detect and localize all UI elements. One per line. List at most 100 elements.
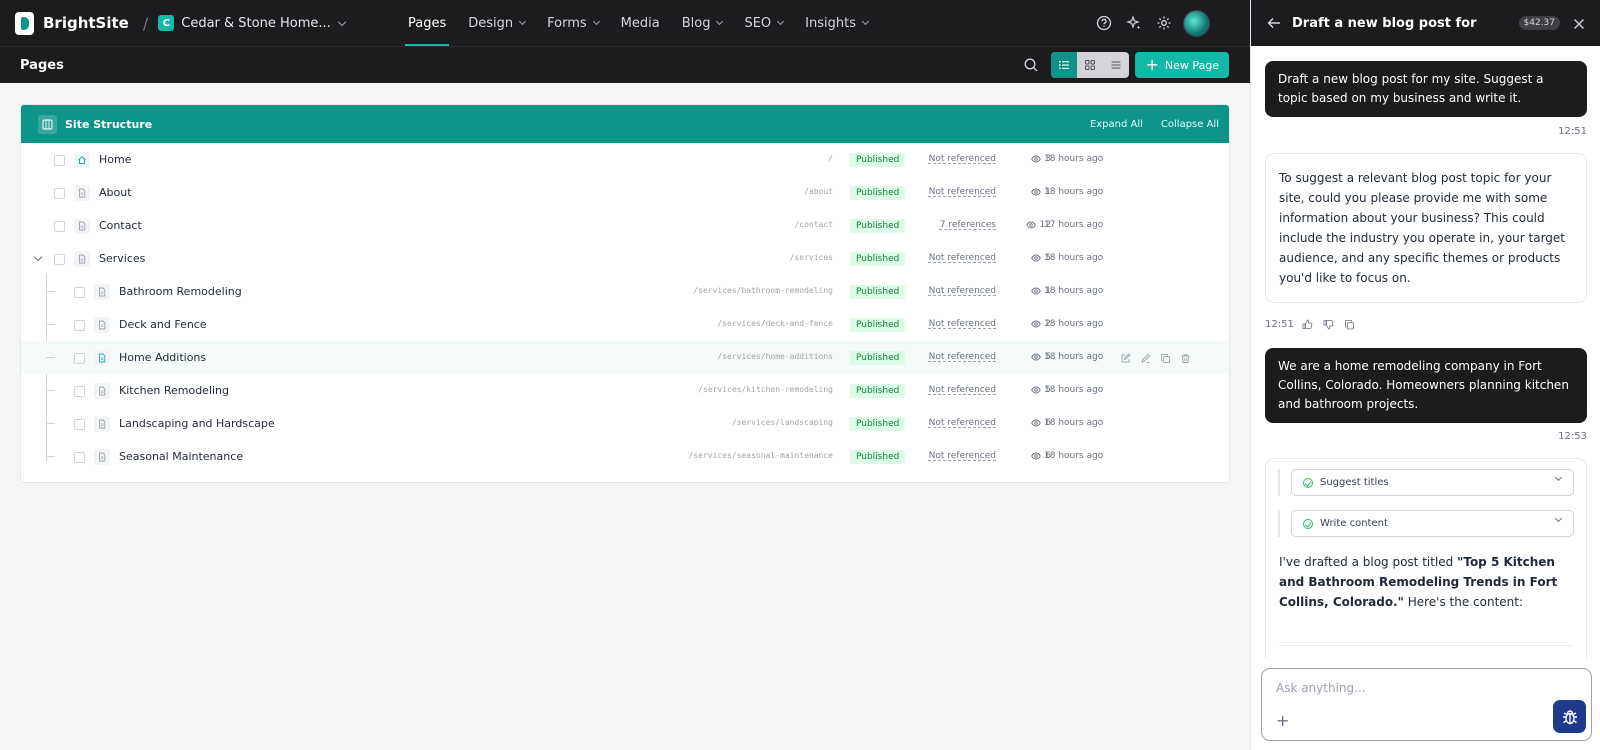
- page-name[interactable]: Seasonal Maintenance: [119, 450, 243, 463]
- eye-icon: [1031, 254, 1042, 262]
- step-label: Suggest titles: [1320, 477, 1389, 488]
- page-row[interactable]: About /about Published Not referenced 1 …: [21, 176, 1229, 209]
- nav-insights[interactable]: Insights: [802, 0, 871, 46]
- site-switcher[interactable]: C Cedar & Stone Home...: [158, 15, 346, 31]
- eye-icon: [1031, 452, 1042, 460]
- nav-blog[interactable]: Blog: [679, 0, 726, 46]
- page-row[interactable]: Services /services Published Not referen…: [21, 242, 1229, 275]
- row-checkbox[interactable]: [74, 353, 85, 364]
- row-checkbox[interactable]: [74, 287, 85, 298]
- references-link[interactable]: Not referenced: [929, 286, 996, 296]
- page-name[interactable]: About: [99, 186, 132, 199]
- close-icon[interactable]: [1572, 16, 1586, 30]
- page-name[interactable]: Services: [99, 252, 145, 265]
- collapse-all-button[interactable]: Collapse All: [1161, 119, 1219, 130]
- grid-view-button[interactable]: [1077, 52, 1103, 78]
- chevron-down-icon[interactable]: [33, 252, 43, 262]
- nav-media[interactable]: Media: [618, 0, 663, 46]
- nav-design[interactable]: Design: [465, 0, 528, 46]
- edit-content-icon[interactable]: [1138, 351, 1152, 365]
- row-checkbox[interactable]: [74, 320, 85, 331]
- brand-name: BrightSite: [43, 14, 129, 32]
- page-name[interactable]: Bathroom Remodeling: [119, 285, 242, 298]
- page-row[interactable]: Contact /contact Published 7 references …: [21, 209, 1229, 242]
- suggest-titles-step[interactable]: Suggest titles: [1291, 469, 1574, 496]
- page-icon: [94, 284, 110, 300]
- status-badge: Published: [850, 450, 906, 464]
- page-row[interactable]: Landscaping and Hardscape /services/land…: [21, 407, 1229, 440]
- chat-input[interactable]: [1276, 681, 1536, 695]
- page-slug: /: [828, 154, 833, 163]
- sparkle-icon[interactable]: [1125, 14, 1143, 32]
- help-icon[interactable]: [1095, 14, 1113, 32]
- page-name[interactable]: Deck and Fence: [119, 318, 207, 331]
- references-link[interactable]: Not referenced: [929, 319, 996, 329]
- row-checkbox[interactable]: [54, 254, 65, 265]
- row-checkbox[interactable]: [74, 419, 85, 430]
- references-link[interactable]: Not referenced: [929, 352, 996, 362]
- page-name[interactable]: Contact: [99, 219, 142, 232]
- row-checkbox[interactable]: [54, 155, 65, 166]
- references-link[interactable]: Not referenced: [929, 385, 996, 395]
- check-circle-icon: [1303, 518, 1313, 529]
- page-row[interactable]: Deck and Fence /services/deck-and-fence …: [21, 308, 1229, 341]
- references-link[interactable]: Not referenced: [929, 451, 996, 461]
- row-checkbox[interactable]: [74, 386, 85, 397]
- chevron-down-icon: [716, 17, 724, 26]
- edit-icon[interactable]: [1118, 351, 1132, 365]
- avatar[interactable]: [1183, 9, 1210, 37]
- plus-icon[interactable]: +: [1276, 711, 1289, 730]
- compact-view-button[interactable]: [1103, 52, 1129, 78]
- page-icon: [94, 383, 110, 399]
- page-row[interactable]: Bathroom Remodeling /services/bathroom-r…: [21, 275, 1229, 308]
- check-circle-icon: [1303, 477, 1313, 488]
- page-row[interactable]: Home Additions /services/home-additions …: [21, 341, 1229, 374]
- bug-icon: [1562, 709, 1577, 724]
- list-view-button[interactable]: [1051, 52, 1078, 78]
- thumbs-down-icon[interactable]: [1322, 317, 1336, 331]
- cost-badge: $42.37: [1518, 16, 1560, 30]
- references-link[interactable]: Not referenced: [929, 154, 996, 164]
- page-name[interactable]: Home Additions: [119, 351, 206, 364]
- nav-forms[interactable]: Forms: [544, 0, 602, 46]
- row-checkbox[interactable]: [54, 188, 65, 199]
- send-button[interactable]: [1553, 700, 1586, 733]
- page-icon: [94, 350, 110, 366]
- new-page-button[interactable]: + New Page: [1135, 52, 1229, 78]
- back-arrow-icon[interactable]: [1267, 16, 1281, 30]
- references-link[interactable]: Not referenced: [929, 418, 996, 428]
- thumbs-up-icon[interactable]: [1301, 317, 1315, 331]
- nav-pages[interactable]: Pages: [405, 0, 450, 46]
- search-icon[interactable]: [1021, 55, 1041, 75]
- references-link[interactable]: 7 references: [940, 220, 996, 230]
- trash-icon[interactable]: [1178, 351, 1192, 365]
- eye-icon: [1031, 386, 1042, 394]
- page-row[interactable]: Kitchen Remodeling /services/kitchen-rem…: [21, 374, 1229, 407]
- nav-media-label: Media: [620, 15, 660, 31]
- references-link[interactable]: Not referenced: [929, 187, 996, 197]
- page-toolbar: Pages + New Page: [0, 46, 1250, 83]
- row-checkbox[interactable]: [74, 452, 85, 463]
- expand-all-button[interactable]: Expand All: [1090, 119, 1143, 130]
- page-name[interactable]: Kitchen Remodeling: [119, 384, 229, 397]
- page-slug: /about: [804, 187, 833, 196]
- page-row[interactable]: Seasonal Maintenance /services/seasonal-…: [21, 440, 1229, 473]
- references-link[interactable]: Not referenced: [929, 253, 996, 263]
- nav-seo[interactable]: SEO: [741, 0, 786, 46]
- user-message: We are a home remodeling company in Fort…: [1265, 348, 1587, 423]
- page-name[interactable]: Landscaping and Hardscape: [119, 417, 275, 430]
- row-checkbox[interactable]: [54, 221, 65, 232]
- page-row[interactable]: Home / Published Not referenced 3 18 hou…: [21, 143, 1229, 176]
- brand[interactable]: BrightSite: [15, 11, 129, 35]
- page-name[interactable]: Home: [99, 153, 131, 166]
- duplicate-icon[interactable]: [1158, 351, 1172, 365]
- write-content-step[interactable]: Write content: [1291, 510, 1574, 537]
- copy-icon[interactable]: [1343, 317, 1357, 331]
- eye-icon: [1031, 353, 1042, 361]
- chevron-down-icon: [861, 17, 870, 26]
- chevron-down-icon: [519, 17, 527, 26]
- eye-icon: [1025, 221, 1036, 229]
- gear-icon[interactable]: [1155, 14, 1173, 32]
- home-icon: [74, 152, 90, 168]
- chevron-down-icon: [1554, 514, 1563, 523]
